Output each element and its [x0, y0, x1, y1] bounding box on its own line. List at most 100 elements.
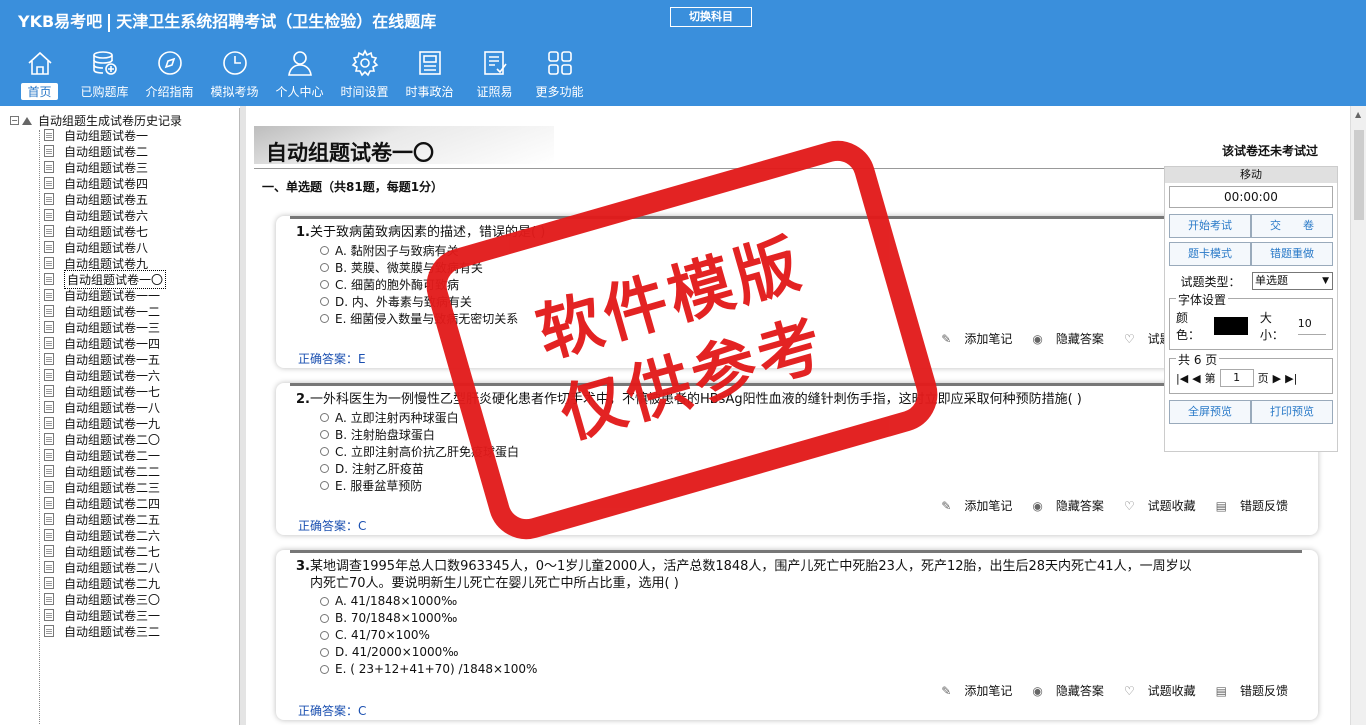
tree-item[interactable]: 自动组题试卷一一 [44, 287, 166, 303]
option[interactable]: E. ( 23+12+41+70) /1848×100% [320, 662, 537, 676]
favorite-button[interactable]: ♡试题收藏 [1114, 497, 1196, 514]
hide-answer-button[interactable]: ◉ 隐藏答案 [1022, 330, 1104, 347]
tree-item[interactable]: 自动组题试卷一三 [44, 319, 166, 335]
tree-item[interactable]: 自动组题试卷一二 [44, 303, 166, 319]
redo-wrong-button[interactable]: 错题重做 [1251, 242, 1333, 266]
radio[interactable] [320, 596, 329, 606]
tree-item[interactable]: 自动组题试卷二六 [44, 527, 166, 543]
first-page-icon[interactable]: |◀ [1176, 372, 1188, 385]
tree-item[interactable]: 自动组题试卷二五 [44, 511, 166, 527]
tree-item[interactable]: 自动组题试卷五 [44, 191, 166, 207]
collapse-toggle-icon[interactable]: − [10, 116, 19, 125]
tree-item[interactable]: 自动组题试卷八 [44, 239, 166, 255]
radio[interactable] [320, 664, 329, 674]
radio[interactable] [320, 430, 329, 439]
radio[interactable] [320, 314, 329, 323]
tree-item[interactable]: 自动组题试卷三二 [44, 623, 166, 639]
tree-item[interactable]: 自动组题试卷二〇 [44, 431, 166, 447]
option[interactable]: C. 立即注射高价抗乙肝免疫球蛋白 [320, 443, 519, 460]
tree-item[interactable]: 自动组题试卷二三 [44, 479, 166, 495]
nav-time-settings[interactable]: 时间设置 [333, 48, 396, 100]
option[interactable]: A. 立即注射丙种球蛋白 [320, 409, 459, 426]
add-note-button[interactable]: ✎ 添加笔记 [931, 330, 1012, 347]
feedback-button[interactable]: ▤错题反馈 [1206, 682, 1288, 699]
radio[interactable] [320, 613, 329, 623]
radio[interactable] [320, 297, 329, 306]
scroll-up-icon[interactable]: ▲ [1355, 110, 1361, 119]
next-page-icon[interactable]: ▶ [1273, 372, 1281, 385]
tree-item[interactable]: 自动组题试卷四 [44, 175, 166, 191]
radio[interactable] [320, 280, 329, 289]
tree-item[interactable]: 自动组题试卷一五 [44, 351, 166, 367]
option[interactable]: D. 41/2000×1000‰ [320, 645, 458, 659]
tree-item[interactable]: 自动组题试卷一九 [44, 415, 166, 431]
radio[interactable] [320, 447, 329, 456]
option[interactable]: E. 细菌侵入数量与致病无密切关系 [320, 310, 518, 327]
tree-item[interactable]: 自动组题试卷二一 [44, 447, 166, 463]
tree-item[interactable]: 自动组题试卷三一 [44, 607, 166, 623]
radio[interactable] [320, 246, 329, 255]
submit-button[interactable]: 交 卷 [1251, 214, 1333, 238]
feedback-button[interactable]: ▤错题反馈 [1206, 497, 1288, 514]
nav-home[interactable]: 首页 [8, 48, 71, 100]
radio[interactable] [320, 263, 329, 272]
font-color-swatch[interactable] [1213, 317, 1248, 335]
nav-current-affairs[interactable]: 时事政治 [398, 48, 461, 100]
option[interactable]: B. 荚膜、微荚膜与致病有关 [320, 259, 483, 276]
scrollbar-thumb[interactable] [1354, 130, 1364, 220]
option[interactable]: C. 细菌的胞外酶可致病 [320, 276, 459, 293]
radio[interactable] [320, 481, 329, 490]
radio[interactable] [320, 464, 329, 473]
tree-item[interactable]: 自动组题试卷一七 [44, 383, 166, 399]
hide-answer-button[interactable]: ◉ 隐藏答案 [1022, 682, 1104, 699]
nav-personal[interactable]: 个人中心 [268, 48, 331, 100]
option[interactable]: C. 41/70×100% [320, 628, 430, 642]
print-preview-button[interactable]: 打印预览 [1251, 400, 1333, 424]
option[interactable]: A. 黏附因子与致病有关 [320, 242, 459, 259]
tree-item[interactable]: 自动组题试卷一四 [44, 335, 166, 351]
hide-answer-button[interactable]: ◉ 隐藏答案 [1022, 497, 1104, 514]
nav-certificates[interactable]: 证照易 [463, 48, 526, 100]
tree-item[interactable]: 自动组题试卷七 [44, 223, 166, 239]
tree-item[interactable]: 自动组题试卷一〇 [44, 269, 167, 289]
tree-item[interactable]: 自动组题试卷一六 [44, 367, 166, 383]
switch-subject-button[interactable]: 切换科目 [670, 7, 752, 27]
tree-item[interactable]: 自动组题试卷二八 [44, 559, 166, 575]
last-page-icon[interactable]: ▶| [1285, 372, 1297, 385]
tree-item[interactable]: 自动组题试卷二 [44, 143, 166, 159]
tree-item[interactable]: 自动组题试卷一八 [44, 399, 166, 415]
question-type-select[interactable]: 单选题 [1251, 272, 1333, 290]
tree-item[interactable]: 自动组题试卷三 [44, 159, 166, 175]
option[interactable]: A. 41/1848×1000‰ [320, 594, 457, 608]
prev-page-icon[interactable]: ◀ [1192, 372, 1200, 385]
tree-item[interactable]: 自动组题试卷三〇 [44, 591, 166, 607]
fullscreen-preview-button[interactable]: 全屏预览 [1169, 400, 1251, 424]
nav-more[interactable]: 更多功能 [528, 48, 591, 100]
nav-guide[interactable]: 介绍指南 [138, 48, 201, 100]
main-scrollbar[interactable]: ▲ [1350, 106, 1366, 725]
option[interactable]: D. 内、外毒素与致病有关 [320, 293, 472, 310]
tree-item[interactable]: 自动组题试卷二九 [44, 575, 166, 591]
tree-item[interactable]: 自动组题试卷一 [44, 127, 166, 143]
page-number-input[interactable]: 1 [1219, 369, 1254, 387]
option[interactable]: B. 注射胎盘球蛋白 [320, 426, 435, 443]
card-mode-button[interactable]: 题卡模式 [1169, 242, 1251, 266]
add-note-button[interactable]: ✎ 添加笔记 [931, 497, 1012, 514]
option[interactable]: E. 服垂盆草预防 [320, 477, 422, 494]
nav-purchased[interactable]: 已购题库 [73, 48, 136, 100]
option[interactable]: B. 70/1848×1000‰ [320, 611, 457, 625]
start-exam-button[interactable]: 开始考试 [1169, 214, 1251, 238]
nav-mock-exam[interactable]: 模拟考场 [203, 48, 266, 100]
radio[interactable] [320, 413, 329, 422]
add-note-button[interactable]: ✎ 添加笔记 [931, 682, 1012, 699]
radio[interactable] [320, 647, 329, 657]
tree-item[interactable]: 自动组题试卷二七 [44, 543, 166, 559]
tree-item[interactable]: 自动组题试卷二二 [44, 463, 166, 479]
favorite-button[interactable]: ♡试题收藏 [1114, 682, 1196, 699]
panel-drag-handle[interactable]: 移动 [1165, 167, 1337, 183]
tree-item[interactable]: 自动组题试卷六 [44, 207, 166, 223]
tree-item[interactable]: 自动组题试卷二四 [44, 495, 166, 511]
font-size-input[interactable]: 10 [1297, 317, 1326, 335]
option[interactable]: D. 注射乙肝疫苗 [320, 460, 424, 477]
radio[interactable] [320, 630, 329, 640]
